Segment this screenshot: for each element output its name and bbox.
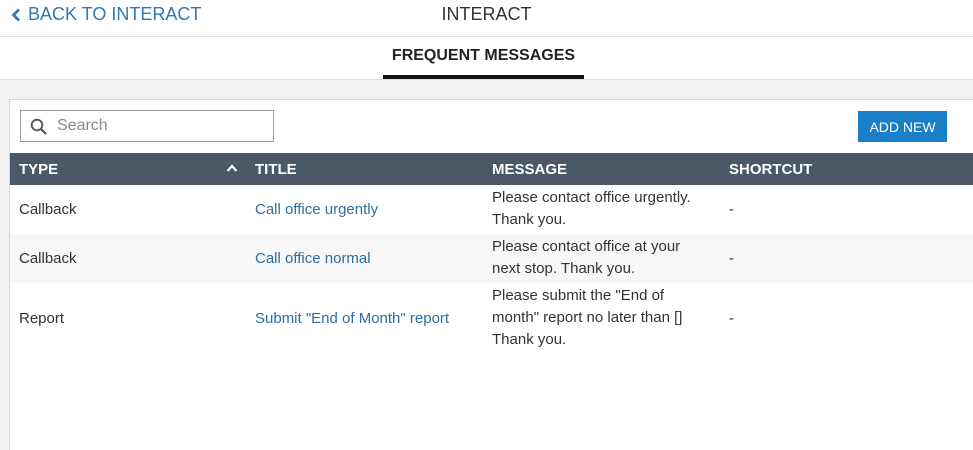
column-header-type[interactable]: TYPE xyxy=(19,161,58,178)
row-type: Report xyxy=(19,310,65,327)
row-message: Please contact office urgently. Thank yo… xyxy=(492,187,691,231)
chevron-up-icon[interactable] xyxy=(226,164,238,172)
back-link-label: BACK TO INTERACT xyxy=(28,4,202,24)
row-shortcut: - xyxy=(729,310,734,327)
message-line: Please contact office at your xyxy=(492,238,681,255)
row-message: Please contact office at your next stop.… xyxy=(492,236,680,280)
message-line: Please contact office urgently. xyxy=(492,189,691,206)
row-shortcut: - xyxy=(729,201,734,218)
row-title-link[interactable]: Submit "End of Month" report xyxy=(255,310,449,327)
row-message: Please submit the "End of month" report … xyxy=(492,285,682,351)
message-line: next stop. Thank you. xyxy=(492,260,636,277)
row-type: Callback xyxy=(19,201,77,218)
column-header-title[interactable]: TITLE xyxy=(255,161,297,178)
row-type: Callback xyxy=(19,250,77,267)
message-line: Please submit the "End of xyxy=(492,287,665,304)
row-title-link[interactable]: Call office urgently xyxy=(255,201,378,218)
message-line: Thank you. xyxy=(492,211,567,228)
back-to-interact-link[interactable]: BACK TO INTERACT xyxy=(11,4,201,25)
search-box[interactable] xyxy=(20,110,274,142)
table-header: TYPE TITLE MESSAGE SHORTCUT xyxy=(10,153,973,185)
message-line: month" report no later than [] xyxy=(492,309,683,326)
messages-panel: ADD NEW TYPE TITLE MESSAGE SHORTCUT Call… xyxy=(9,99,973,450)
row-title-link[interactable]: Call office normal xyxy=(255,250,371,267)
tab-bar: FREQUENT MESSAGES xyxy=(0,37,973,80)
column-header-shortcut[interactable]: SHORTCUT xyxy=(729,161,812,178)
table-row[interactable]: Callback Call office urgently Please con… xyxy=(10,185,973,234)
table-row[interactable]: Callback Call office normal Please conta… xyxy=(10,234,973,283)
chevron-left-icon xyxy=(11,8,20,21)
top-bar: BACK TO INTERACT INTERACT xyxy=(0,0,973,37)
search-input[interactable] xyxy=(57,117,257,135)
message-line: Thank you. xyxy=(492,331,567,348)
row-shortcut: - xyxy=(729,250,734,267)
column-header-message[interactable]: MESSAGE xyxy=(492,161,567,178)
table-row[interactable]: Report Submit "End of Month" report Plea… xyxy=(10,283,973,355)
search-icon xyxy=(30,118,47,135)
tab-frequent-messages[interactable]: FREQUENT MESSAGES xyxy=(383,37,584,79)
add-new-button[interactable]: ADD NEW xyxy=(858,111,947,142)
